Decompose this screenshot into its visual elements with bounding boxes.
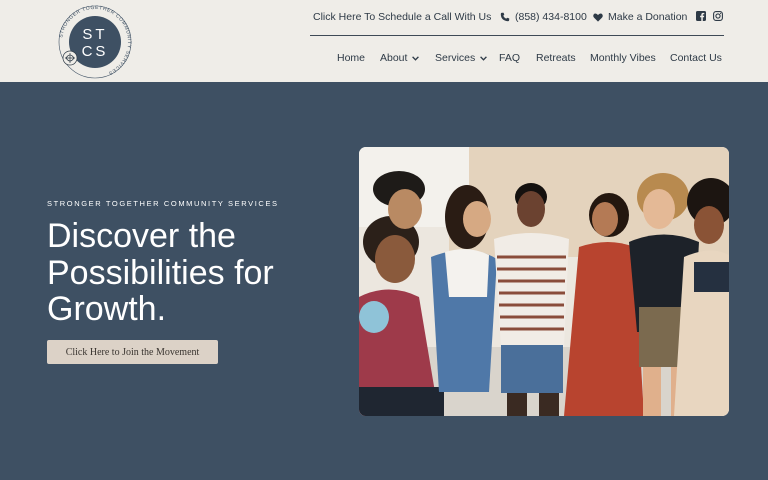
- nav-item-services[interactable]: Services: [435, 52, 488, 64]
- nav-item-about[interactable]: About: [380, 52, 420, 64]
- nav-label-faq: FAQ: [499, 52, 521, 64]
- nav-item-retreats[interactable]: Retreats: [536, 52, 576, 64]
- nav-item-contact-us[interactable]: Contact Us: [670, 52, 722, 64]
- nav-label-monthly-vibes: Monthly Vibes: [590, 52, 656, 64]
- facebook-link[interactable]: [696, 11, 706, 21]
- logo[interactable]: STRONGER TOGETHER COMMUNITY SERVICES ST …: [57, 4, 133, 80]
- nav-item-home[interactable]: Home: [337, 52, 365, 64]
- nav-item-faq[interactable]: FAQ: [499, 52, 520, 64]
- logo-monogram-top: ST: [82, 26, 107, 43]
- nav-label-contact-us: Contact Us: [670, 52, 722, 64]
- chevron-down-icon: [412, 55, 420, 61]
- site-header: STRONGER TOGETHER COMMUNITY SERVICES ST …: [0, 0, 768, 82]
- nav-label-about: About: [380, 52, 408, 64]
- instagram-link[interactable]: [713, 11, 723, 21]
- phone-icon: [500, 12, 510, 22]
- join-movement-button[interactable]: Click Here to Join the Movement: [47, 340, 218, 364]
- main-nav: Home About Services FAQ Retreats Monthly…: [320, 52, 740, 68]
- facebook-icon: [696, 11, 706, 21]
- schedule-call-link[interactable]: Click Here To Schedule a Call With Us: [313, 11, 491, 23]
- hero-title: Discover the Possibilities for Growth.: [47, 217, 274, 328]
- phone-number: (858) 434-8100: [515, 11, 587, 23]
- hero-photo: [359, 147, 729, 416]
- phone-link[interactable]: (858) 434-8100: [500, 11, 587, 23]
- header-divider: [310, 35, 724, 36]
- chevron-down-icon: [480, 55, 488, 61]
- nav-label-home: Home: [337, 52, 366, 64]
- nav-label-services: Services: [435, 52, 476, 64]
- instagram-icon: [713, 11, 723, 21]
- hero-eyebrow: STRONGER TOGETHER COMMUNITY SERVICES: [47, 199, 279, 208]
- nav-item-monthly-vibes[interactable]: Monthly Vibes: [590, 52, 656, 64]
- top-bar: Click Here To Schedule a Call With Us (8…: [300, 11, 730, 27]
- logo-monogram-bottom: CS: [82, 43, 109, 60]
- nav-label-retreats: Retreats: [536, 52, 576, 64]
- donation-link[interactable]: Make a Donation: [593, 11, 687, 23]
- logo-flower-icon: [62, 50, 78, 66]
- heart-icon: [593, 13, 603, 22]
- donation-label: Make a Donation: [608, 11, 688, 23]
